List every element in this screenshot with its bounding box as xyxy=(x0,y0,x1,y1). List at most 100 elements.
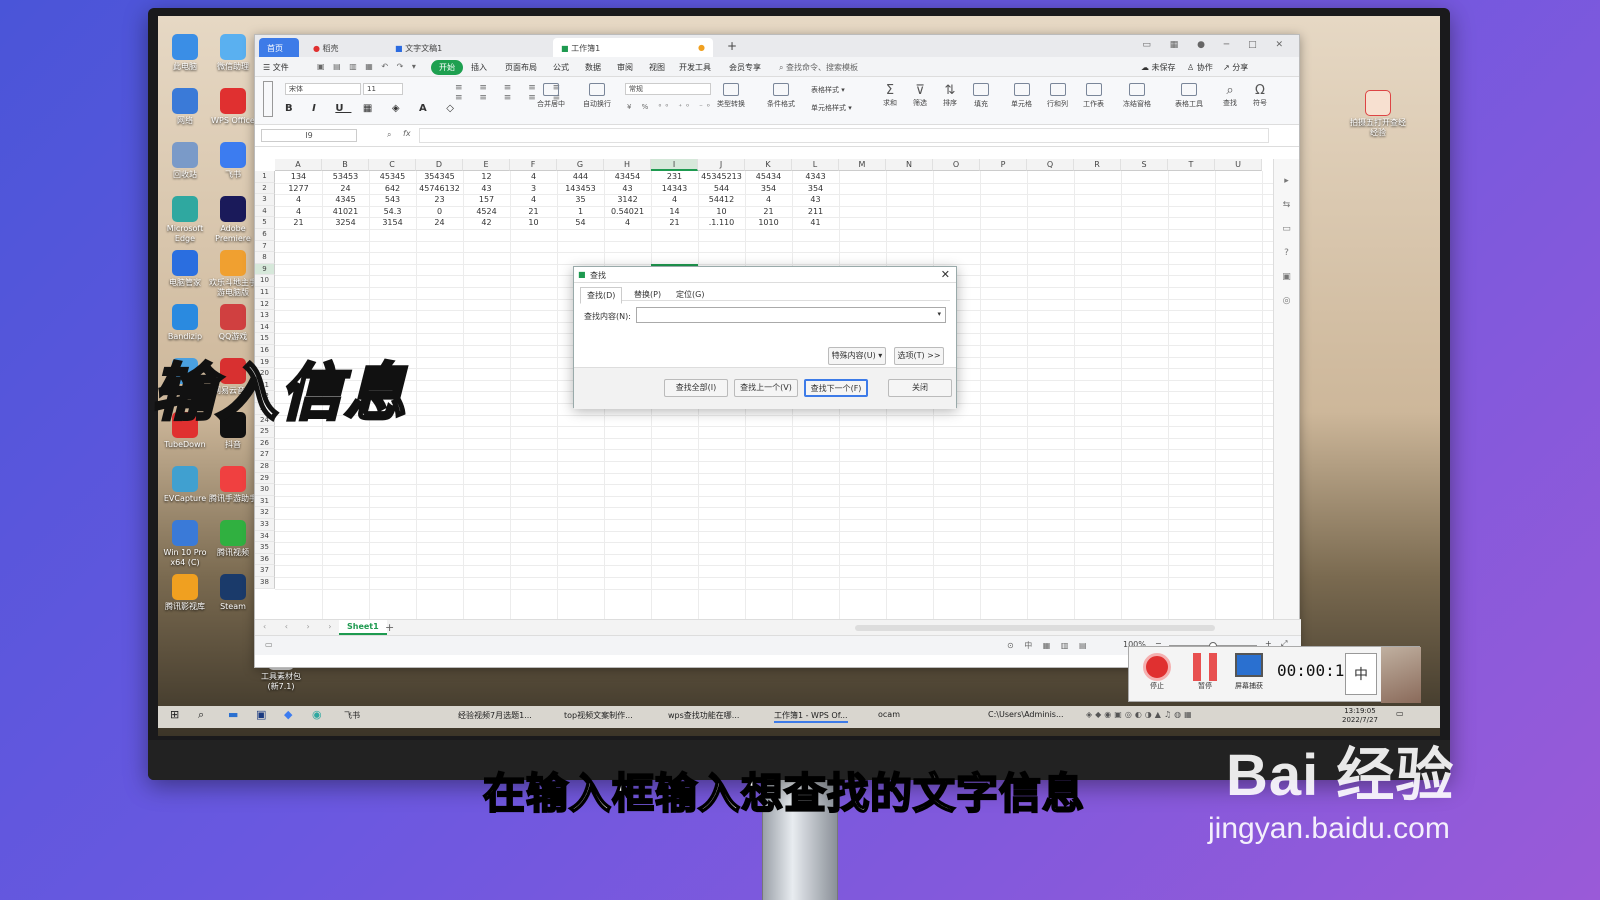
table-cell[interactable]: 42 xyxy=(463,217,510,228)
table-cell[interactable]: 1010 xyxy=(745,217,792,228)
table-cell[interactable]: 14 xyxy=(651,206,698,217)
table-cell[interactable]: 211 xyxy=(792,206,839,217)
screen-capture-button[interactable]: 屏幕捕获 xyxy=(1235,653,1263,691)
column-header[interactable]: Q xyxy=(1027,159,1074,171)
tab-doc[interactable]: ■ 文字文稿1 xyxy=(387,38,547,57)
find-content-input[interactable]: ▾ xyxy=(636,307,946,323)
cell-style-button[interactable]: 单元格样式 ▾ xyxy=(811,103,852,113)
row-header[interactable]: 28 xyxy=(255,461,275,473)
notification-icon[interactable]: ▭ xyxy=(1396,709,1404,718)
row-header[interactable]: 7 xyxy=(255,240,275,253)
table-cell[interactable]: 4343 xyxy=(792,171,839,182)
find-all-button[interactable]: 查找全部(I) xyxy=(664,379,728,397)
desktop-icon[interactable]: Microsoft Edge xyxy=(160,196,210,244)
search-command[interactable]: ⌕ 查找命令、搜索模板 xyxy=(779,62,858,73)
convert-button[interactable]: 类型转换 xyxy=(717,83,745,109)
column-header[interactable]: O xyxy=(933,159,980,171)
table-cell[interactable]: 642 xyxy=(369,183,416,194)
table-cell[interactable]: 4 xyxy=(275,194,322,205)
menu-view[interactable]: 视图 xyxy=(649,62,665,73)
unsaved-button[interactable]: ☁ 未保存 xyxy=(1141,62,1176,73)
table-cell[interactable]: 53453 xyxy=(322,171,369,182)
table-cell[interactable]: 544 xyxy=(698,183,745,194)
column-header[interactable]: G xyxy=(557,159,604,171)
column-header[interactable]: N xyxy=(886,159,933,171)
format-buttons[interactable]: B I U ▦ ◈ A ◇ xyxy=(285,103,462,114)
table-cell[interactable]: 43454 xyxy=(604,171,651,182)
table-cell[interactable]: 43 xyxy=(792,194,839,205)
taskbar-item-0[interactable]: 飞书 xyxy=(344,710,360,721)
options-button[interactable]: 选项(T) >> xyxy=(894,347,944,365)
pause-button[interactable]: 暂停 xyxy=(1193,653,1217,691)
column-header[interactable]: F xyxy=(510,159,557,171)
row-header[interactable]: 32 xyxy=(255,507,275,519)
feishu-icon[interactable]: ◆ xyxy=(284,708,292,721)
name-box[interactable]: I9 xyxy=(261,129,357,142)
table-cell[interactable]: 23 xyxy=(416,194,463,205)
table-cell[interactable]: 43 xyxy=(463,183,510,194)
table-cell[interactable]: 4 xyxy=(510,171,557,182)
filter-button[interactable]: ⊽ 筛选 xyxy=(913,83,927,108)
sheet-nav-arrows[interactable]: ‹ ‹ › › xyxy=(263,622,339,631)
window-controls[interactable]: ▭ ▦ ● ─ □ ✕ xyxy=(1142,40,1291,50)
cond-format-button[interactable]: 条件格式 xyxy=(767,83,795,109)
table-cell[interactable]: 3154 xyxy=(369,217,416,228)
desktop-icon[interactable]: 网络 xyxy=(160,88,210,126)
sum-button[interactable]: Σ 求和 xyxy=(883,83,897,108)
menu-member[interactable]: 会员专享 xyxy=(729,62,761,73)
desktop-icon[interactable]: 腾讯视频 xyxy=(208,520,258,558)
row-header[interactable]: 14 xyxy=(255,321,275,334)
column-header[interactable]: E xyxy=(463,159,510,171)
tab-replace[interactable]: 替换(P) xyxy=(628,287,667,302)
row-header[interactable]: 8 xyxy=(255,252,275,264)
table-cell[interactable]: 543 xyxy=(369,194,416,205)
table-cell[interactable]: 21 xyxy=(510,206,557,217)
taskbar-item-6[interactable]: C:\Users\Adminis... xyxy=(988,710,1064,719)
table-cell[interactable]: 54.3 xyxy=(369,206,416,217)
row-header[interactable]: 29 xyxy=(255,472,275,485)
column-header[interactable]: B xyxy=(322,159,369,171)
stop-button[interactable]: 停止 xyxy=(1143,653,1171,691)
table-cell[interactable]: 143453 xyxy=(557,183,604,194)
table-cell[interactable]: 1 xyxy=(557,206,604,217)
column-header[interactable]: J xyxy=(698,159,745,171)
table-cell[interactable]: 45345213 xyxy=(698,171,745,182)
font-select[interactable]: 宋体 xyxy=(285,83,361,95)
sidebar-tools-icons[interactable]: ▸ ⇆ ▭? ▣ ◎ xyxy=(1274,159,1299,313)
menu-dev[interactable]: 开发工具 xyxy=(679,62,711,73)
row-header[interactable]: 4 xyxy=(255,205,275,218)
taskbar-item-4[interactable]: 工作簿1 - WPS Of... xyxy=(774,710,848,723)
row-header[interactable]: 26 xyxy=(255,437,275,450)
cell-button[interactable]: 单元格 xyxy=(1011,83,1032,109)
tab-home[interactable]: 首页 xyxy=(259,38,299,57)
search-icon[interactable]: ⌕ xyxy=(198,708,204,722)
taskbar-item-5[interactable]: ocam xyxy=(878,710,900,719)
table-cell[interactable]: 444 xyxy=(557,171,604,182)
row-header[interactable]: 6 xyxy=(255,229,275,241)
desktop-icon-right[interactable]: 拍摄五打开查经经验 xyxy=(1348,90,1408,138)
menu-review[interactable]: 审阅 xyxy=(617,62,633,73)
column-header[interactable]: S xyxy=(1121,159,1168,171)
fill-button[interactable]: 填充 xyxy=(973,83,989,109)
table-cell[interactable]: 231 xyxy=(651,171,698,182)
table-cell[interactable]: 354345 xyxy=(416,171,463,182)
row-header[interactable]: 31 xyxy=(255,495,275,508)
taskbar-item-3[interactable]: wps查找功能在哪... xyxy=(668,710,739,721)
edge-icon[interactable]: ◉ xyxy=(312,708,322,721)
table-cell[interactable]: 14343 xyxy=(651,183,698,194)
find-button[interactable]: ⌕ 查找 xyxy=(1223,83,1237,108)
column-header[interactable]: T xyxy=(1168,159,1215,171)
desktop-icon[interactable]: 微信助理 xyxy=(208,34,258,72)
number-buttons[interactable]: ¥ % ⁰⁰ ⁺⁰ ⁻⁰ xyxy=(627,103,714,111)
tab-goto[interactable]: 定位(G) xyxy=(670,287,710,302)
row-header[interactable]: 9 xyxy=(255,263,275,276)
column-header[interactable]: H xyxy=(604,159,651,171)
formula-input[interactable] xyxy=(419,128,1269,143)
table-cell[interactable]: 21 xyxy=(275,217,322,228)
rowcol-button[interactable]: 行和列 xyxy=(1047,83,1068,109)
merge-button[interactable]: 合并居中 xyxy=(537,83,565,109)
desktop-icon[interactable]: Bandizip xyxy=(160,304,210,342)
table-cell[interactable]: 4345 xyxy=(322,194,369,205)
number-format-select[interactable]: 常规 xyxy=(625,83,711,95)
table-cell[interactable]: 45345 xyxy=(369,171,416,182)
